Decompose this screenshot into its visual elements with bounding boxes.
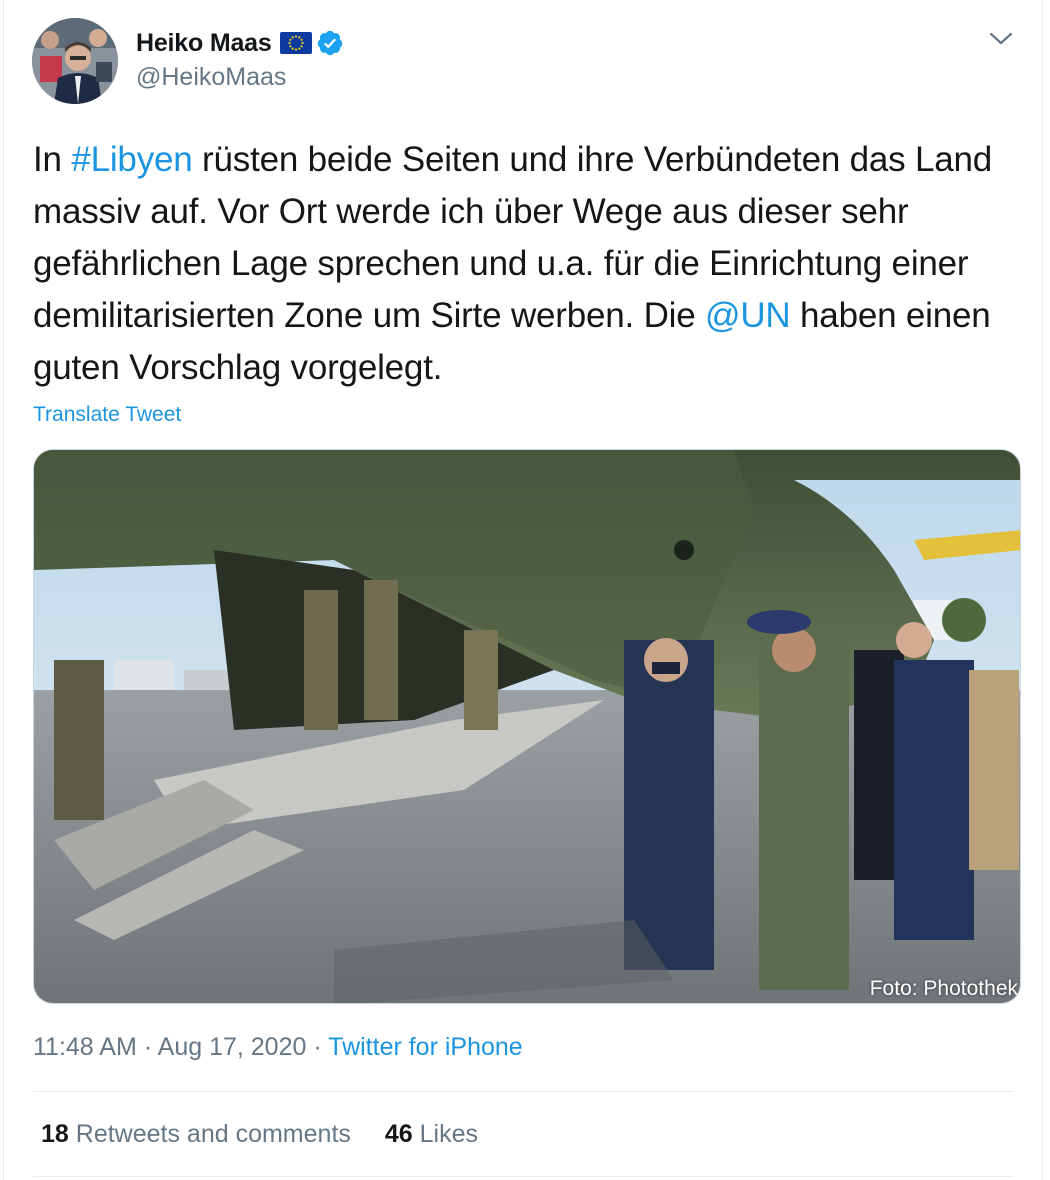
tweet-stats: 18 Retweets and comments 46 Likes (41, 1120, 478, 1149)
likes-count: 46 (384, 1120, 413, 1148)
photo-image (34, 450, 1020, 1003)
author-block[interactable]: Heiko Maas @HeikoMaas (136, 26, 344, 92)
retweets-count: 18 (41, 1120, 69, 1148)
divider (33, 1091, 1013, 1092)
retweets-label: Retweets and comments (75, 1120, 351, 1148)
translate-tweet-link[interactable]: Translate Tweet (33, 403, 181, 427)
retweets-stat[interactable]: 18 Retweets and comments (41, 1120, 351, 1149)
meta-separator: · (313, 1033, 322, 1061)
tweet-source-link[interactable]: Twitter for iPhone (328, 1033, 523, 1061)
tweet-text: In #Libyen rüsten beide Seiten und ihre … (33, 134, 1023, 394)
tweet-time[interactable]: 11:48 AM (33, 1033, 137, 1061)
tweet-date[interactable]: Aug 17, 2020 (158, 1033, 307, 1061)
mention-link[interactable]: @UN (705, 296, 791, 335)
divider (33, 1176, 1013, 1177)
tweet-text-part: In (33, 140, 72, 179)
tweet-photo[interactable]: Foto: Photothek (33, 449, 1021, 1004)
likes-label: Likes (419, 1120, 479, 1148)
likes-stat[interactable]: 46 Likes (385, 1120, 478, 1149)
verified-badge-icon (316, 29, 344, 57)
meta-separator: · (143, 1033, 153, 1061)
chevron-down-icon[interactable] (988, 30, 1014, 48)
display-name[interactable]: Heiko Maas (136, 29, 272, 58)
name-row: Heiko Maas (136, 26, 344, 60)
author-handle[interactable]: @HeikoMaas (136, 63, 344, 92)
tweet-meta: 11:48 AM · Aug 17, 2020 · Twitter for iP… (33, 1033, 523, 1062)
hashtag-link[interactable]: #Libyen (71, 140, 192, 179)
eu-flag-icon (279, 32, 312, 54)
photo-credit: Foto: Photothek (869, 977, 1018, 1000)
tweet-card: Heiko Maas @HeikoMaas In #Libyen rüsten … (3, 0, 1043, 1180)
avatar-photo (32, 18, 118, 104)
avatar[interactable] (32, 18, 118, 104)
